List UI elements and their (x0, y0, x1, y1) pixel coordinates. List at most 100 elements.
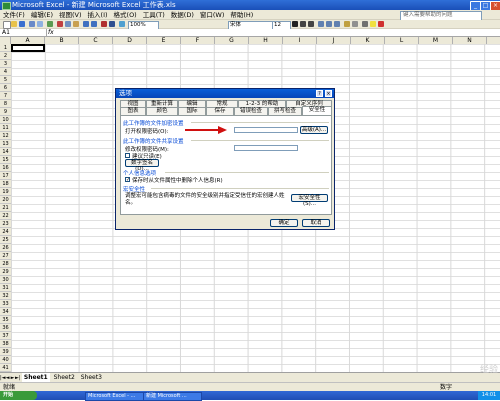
column-header[interactable]: D (113, 37, 147, 44)
readonly-checkbox[interactable] (125, 153, 130, 158)
row-header[interactable]: 19 (0, 188, 11, 196)
tab-spelling[interactable]: 拼写检查 (268, 107, 302, 115)
row-header[interactable]: 16 (0, 164, 11, 172)
menu-view[interactable]: 视图(V) (56, 11, 85, 19)
row-header[interactable]: 9 (0, 108, 11, 116)
row-header[interactable]: 2 (0, 52, 11, 60)
column-header[interactable]: E (147, 37, 181, 44)
row-header[interactable]: 28 (0, 260, 11, 268)
column-header[interactable]: G (215, 37, 249, 44)
row-header[interactable]: 29 (0, 268, 11, 276)
open-icon[interactable] (11, 21, 17, 27)
tab-color[interactable]: 颜色 (146, 107, 178, 115)
underline-icon[interactable] (308, 21, 314, 27)
column-header[interactable]: I (283, 37, 317, 44)
sheet-tab-2[interactable]: Sheet2 (52, 373, 77, 382)
row-header[interactable]: 15 (0, 156, 11, 164)
active-cell-a1[interactable] (11, 44, 45, 52)
row-header[interactable]: 37 (0, 332, 11, 340)
name-box[interactable]: A1 (0, 29, 47, 36)
dialog-help-button[interactable]: ? (316, 90, 323, 97)
menu-edit[interactable]: 编辑(E) (28, 11, 56, 19)
menu-file[interactable]: 文件(F) (0, 11, 28, 19)
fill-color-icon[interactable] (370, 21, 376, 27)
row-header[interactable]: 39 (0, 348, 11, 356)
row-header[interactable]: 3 (0, 60, 11, 68)
align-left-icon[interactable] (318, 21, 324, 27)
bold-icon[interactable] (292, 21, 298, 27)
dialog-close-button[interactable]: × (325, 90, 332, 97)
row-header[interactable]: 34 (0, 308, 11, 316)
row-header[interactable]: 10 (0, 116, 11, 124)
column-header[interactable]: A (11, 37, 45, 44)
row-header[interactable]: 1 (0, 44, 11, 52)
row-header[interactable]: 11 (0, 124, 11, 132)
borders-icon[interactable] (362, 21, 368, 27)
row-header[interactable]: 35 (0, 316, 11, 324)
fx-icon[interactable]: fx (48, 29, 54, 36)
menu-format[interactable]: 格式(O) (111, 11, 140, 19)
macro-security-button[interactable]: 宏安全性(S)... (291, 194, 328, 207)
menu-tools[interactable]: 工具(T) (140, 11, 168, 19)
row-header[interactable]: 31 (0, 284, 11, 292)
modify-password-input[interactable] (234, 145, 298, 151)
row-header[interactable]: 32 (0, 292, 11, 300)
print-icon[interactable] (29, 21, 35, 27)
row-header[interactable]: 22 (0, 212, 11, 220)
menu-insert[interactable]: 插入(I) (85, 11, 111, 19)
tab-error-checking[interactable]: 错误检查 (234, 107, 268, 115)
row-header[interactable]: 40 (0, 356, 11, 364)
row-header[interactable]: 36 (0, 324, 11, 332)
sheet-tab-1[interactable]: Sheet1 (21, 373, 50, 382)
select-all-corner[interactable] (0, 37, 11, 44)
row-header[interactable]: 23 (0, 220, 11, 228)
column-header[interactable]: H (249, 37, 283, 44)
save-icon[interactable] (19, 21, 25, 27)
digital-signature-button[interactable]: 数字签名(D)... (125, 159, 159, 172)
row-header[interactable]: 8 (0, 100, 11, 108)
paste-icon[interactable] (73, 21, 79, 27)
tab-international[interactable]: 国际 (178, 107, 206, 115)
tab-chart[interactable]: 图表 (120, 107, 146, 115)
row-header[interactable]: 12 (0, 132, 11, 140)
menu-data[interactable]: 数据(D) (168, 11, 197, 19)
currency-icon[interactable] (344, 21, 350, 27)
row-header[interactable]: 18 (0, 180, 11, 188)
row-header[interactable]: 6 (0, 84, 11, 92)
copy-icon[interactable] (65, 21, 71, 27)
row-header[interactable]: 14 (0, 148, 11, 156)
redo-icon[interactable] (91, 21, 97, 27)
advanced-button[interactable]: 高级(A)... (300, 126, 328, 134)
menu-window[interactable]: 窗口(W) (197, 11, 228, 19)
column-header[interactable]: N (453, 37, 487, 44)
row-header[interactable]: 38 (0, 340, 11, 348)
column-header[interactable]: K (351, 37, 385, 44)
row-header[interactable]: 25 (0, 236, 11, 244)
row-header[interactable]: 21 (0, 204, 11, 212)
row-header[interactable]: 5 (0, 76, 11, 84)
row-header[interactable]: 33 (0, 300, 11, 308)
row-header[interactable]: 4 (0, 68, 11, 76)
align-right-icon[interactable] (334, 21, 340, 27)
row-header[interactable]: 7 (0, 92, 11, 100)
row-header[interactable]: 26 (0, 244, 11, 252)
cancel-button[interactable]: 取消 (302, 219, 330, 227)
tab-security[interactable]: 安全性 (302, 106, 332, 115)
close-button[interactable]: × (490, 1, 500, 10)
row-header[interactable]: 30 (0, 276, 11, 284)
new-icon[interactable] (3, 21, 11, 29)
row-header[interactable]: 24 (0, 228, 11, 236)
row-header[interactable]: 27 (0, 252, 11, 260)
autosum-icon[interactable] (101, 21, 107, 27)
spellcheck-icon[interactable] (47, 21, 53, 27)
column-header[interactable]: F (181, 37, 215, 44)
sheet-tab-3[interactable]: Sheet3 (79, 373, 104, 382)
remove-personal-info-checkbox[interactable]: ✓ (125, 177, 130, 183)
column-header[interactable]: J (317, 37, 351, 44)
column-header[interactable]: L (385, 37, 419, 44)
row-header[interactable]: 20 (0, 196, 11, 204)
font-color-icon[interactable] (378, 21, 384, 27)
align-center-icon[interactable] (326, 21, 332, 27)
sort-icon[interactable] (109, 21, 115, 27)
menu-help[interactable]: 帮助(H) (227, 11, 256, 19)
